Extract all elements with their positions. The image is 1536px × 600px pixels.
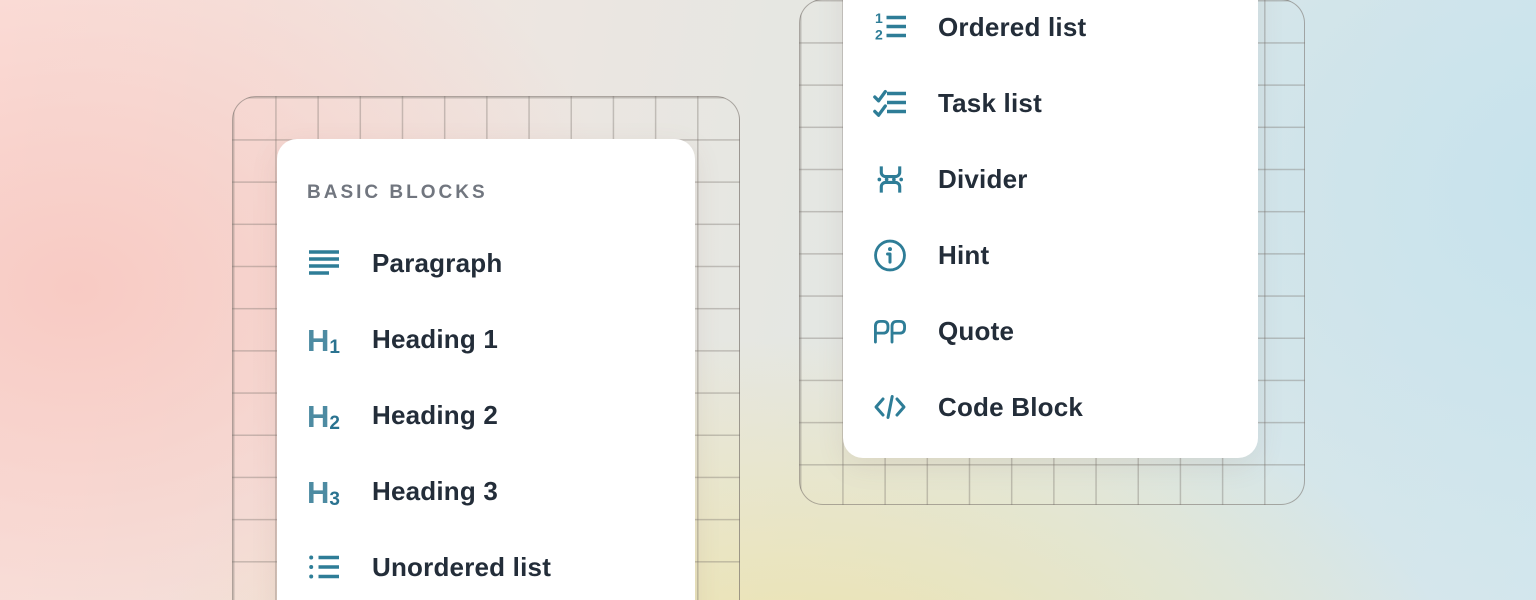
menu-item-hint[interactable]: Hint <box>843 217 1258 293</box>
paragraph-icon <box>307 246 341 280</box>
menu-item-label: Ordered list <box>938 12 1086 43</box>
menu-item-label: Paragraph <box>372 248 502 279</box>
quote-icon <box>873 314 907 348</box>
unordered-list-icon <box>307 550 341 584</box>
menu-item-ordered-list[interactable]: 1 2 Ordered list <box>843 0 1258 65</box>
menu-item-label: Quote <box>938 316 1014 347</box>
menu-item-label: Heading 3 <box>372 476 498 507</box>
blocks-menu-continued: 1 2 Ordered list <box>843 0 1258 458</box>
basic-blocks-menu: BASIC BLOCKS Paragraph H1 Heading 1 <box>277 139 695 600</box>
menu-item-heading-3[interactable]: H3 Heading 3 <box>277 453 695 529</box>
menu-item-task-list[interactable]: Task list <box>843 65 1258 141</box>
svg-text:2: 2 <box>875 27 883 43</box>
menu-item-quote[interactable]: Quote <box>843 293 1258 369</box>
divider-icon <box>873 162 907 196</box>
heading-1-icon: H1 <box>307 322 341 356</box>
task-list-icon <box>873 86 907 120</box>
code-block-icon <box>873 390 907 424</box>
menu-section-header: BASIC BLOCKS <box>307 183 695 202</box>
menu-item-label: Unordered list <box>372 552 551 583</box>
menu-item-code-block[interactable]: Code Block <box>843 369 1258 445</box>
hint-icon <box>873 238 907 272</box>
heading-3-icon: H3 <box>307 474 341 508</box>
menu-item-label: Heading 2 <box>372 400 498 431</box>
heading-2-icon: H2 <box>307 398 341 432</box>
menu-item-paragraph[interactable]: Paragraph <box>277 225 695 301</box>
svg-text:1: 1 <box>875 11 883 26</box>
menu-list-left: Paragraph H1 Heading 1 H2 Heading 2 H3 H… <box>277 225 695 600</box>
menu-item-unordered-list[interactable]: Unordered list <box>277 529 695 600</box>
menu-list-right: 1 2 Ordered list <box>843 0 1258 445</box>
menu-item-heading-2[interactable]: H2 Heading 2 <box>277 377 695 453</box>
menu-item-label: Task list <box>938 88 1042 119</box>
menu-item-divider[interactable]: Divider <box>843 141 1258 217</box>
menu-item-label: Code Block <box>938 392 1083 423</box>
menu-item-label: Heading 1 <box>372 324 498 355</box>
hero-illustration: BASIC BLOCKS Paragraph H1 Heading 1 <box>0 0 1536 600</box>
ordered-list-icon: 1 2 <box>873 10 907 44</box>
menu-item-heading-1[interactable]: H1 Heading 1 <box>277 301 695 377</box>
menu-item-label: Divider <box>938 164 1028 195</box>
menu-item-label: Hint <box>938 240 989 271</box>
